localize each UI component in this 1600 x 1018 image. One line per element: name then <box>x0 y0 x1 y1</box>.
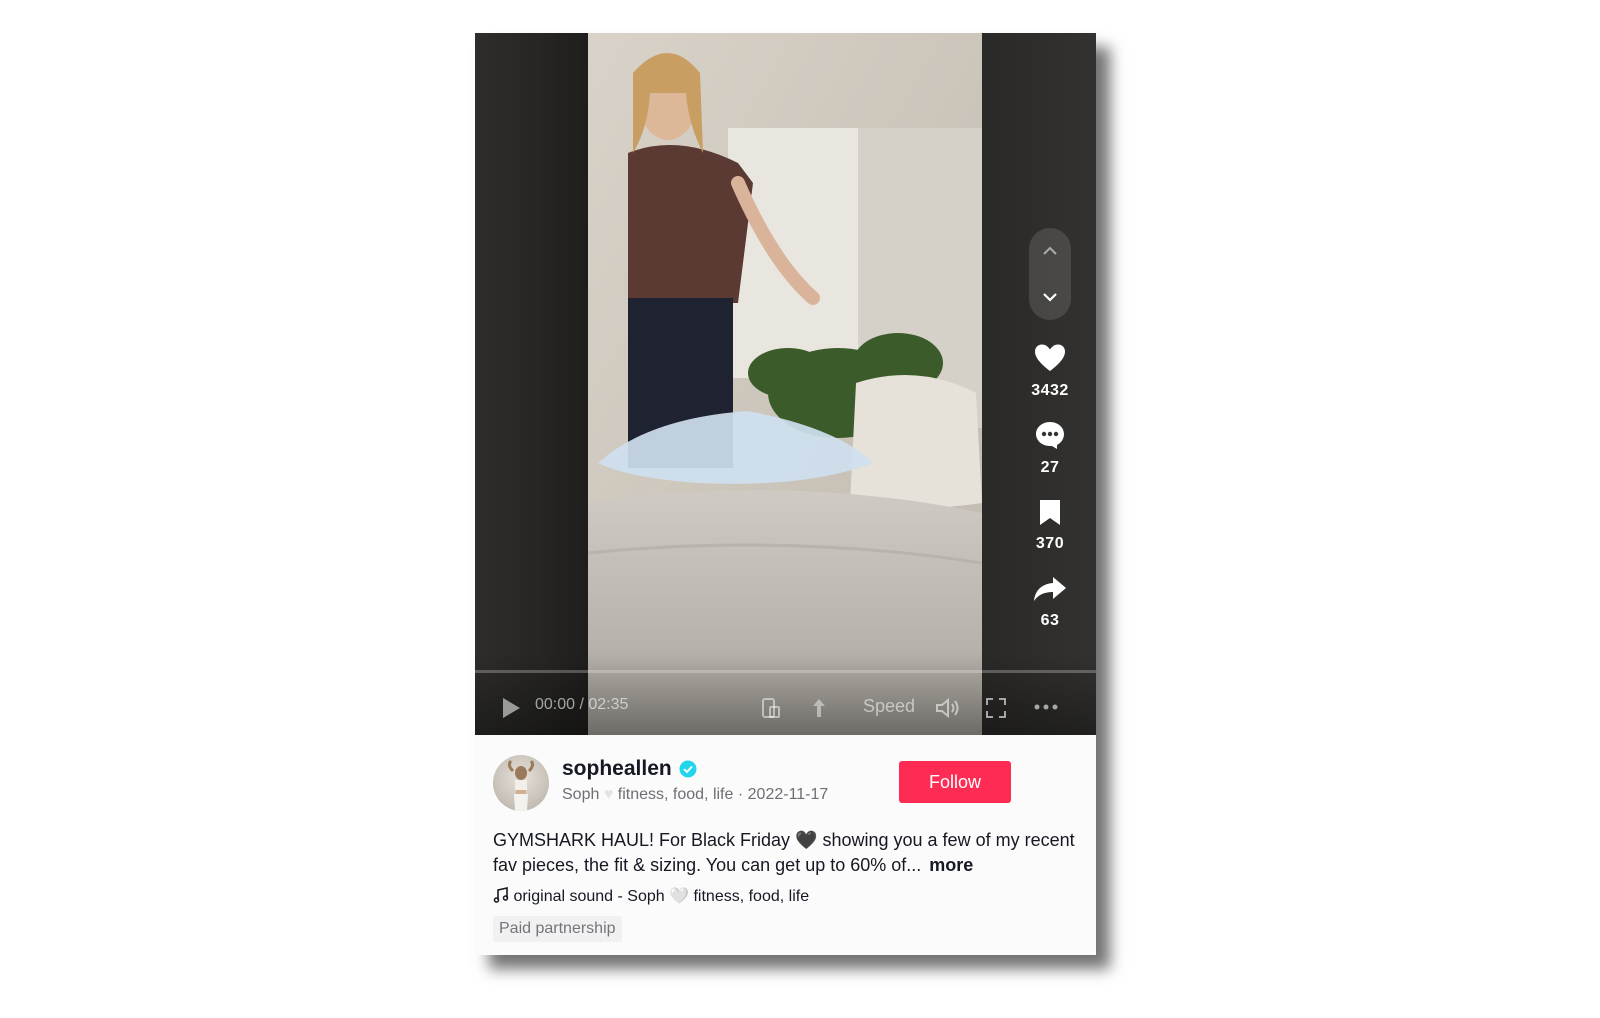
separator-dot: · <box>737 786 744 803</box>
auto-scroll-icon[interactable] <box>808 697 830 719</box>
previous-video-button[interactable] <box>1029 230 1071 272</box>
video-info: sopheallen Soph ♥ fitness, food, life · … <box>475 735 1096 955</box>
verified-badge-icon <box>679 760 697 778</box>
author-subline: Soph ♥ fitness, food, life · 2022-11-17 <box>562 786 828 804</box>
volume-icon[interactable] <box>935 697 961 719</box>
paid-partnership-badge: Paid partnership <box>493 916 622 942</box>
author-tagline: fitness, food, life <box>617 786 734 803</box>
avatar[interactable] <box>493 755 549 811</box>
like-action[interactable]: 3432 <box>1012 343 1088 400</box>
picture-in-picture-icon[interactable] <box>761 697 781 719</box>
share-count: 63 <box>1040 612 1060 629</box>
chevron-up-icon <box>1043 246 1057 255</box>
heart-icon <box>1035 344 1065 371</box>
play-icon[interactable] <box>501 697 521 719</box>
author-display-name: Soph <box>562 786 600 803</box>
comment-action[interactable]: 27 <box>1012 420 1088 477</box>
video-description: GYMSHARK HAUL! For Black Friday 🖤 showin… <box>493 828 1083 878</box>
share-icon <box>1034 577 1066 601</box>
fullscreen-icon[interactable] <box>985 697 1007 719</box>
video-nav <box>1029 228 1071 320</box>
music-link[interactable]: original sound - Soph 🤍 fitness, food, l… <box>493 886 809 906</box>
save-count: 370 <box>1035 535 1065 552</box>
chevron-down-icon <box>1043 293 1057 302</box>
share-action[interactable]: 63 <box>1012 575 1088 630</box>
music-title: original sound - Soph 🤍 fitness, food, l… <box>513 888 810 905</box>
description-text: GYMSHARK HAUL! For Black Friday 🖤 showin… <box>493 830 1075 875</box>
video-controls: 00:00 / 02:35 Speed <box>475 685 1096 725</box>
video-frame <box>588 33 982 735</box>
progress-bar[interactable] <box>475 670 1096 673</box>
video-letterbox-left <box>475 33 588 735</box>
post-date: 2022-11-17 <box>747 786 829 803</box>
save-action[interactable]: 370 <box>1012 498 1088 553</box>
bookmark-icon <box>1040 500 1060 525</box>
like-count: 3432 <box>1031 382 1069 399</box>
video-card: 00:00 / 02:35 Speed 3432 27 370 63 sophe… <box>475 33 1096 955</box>
more-options-icon[interactable] <box>1033 703 1059 711</box>
video-time: 00:00 / 02:35 <box>535 696 629 713</box>
comment-icon <box>1036 422 1064 449</box>
comment-count: 27 <box>1040 459 1060 476</box>
music-note-icon <box>493 887 509 903</box>
follow-button[interactable]: Follow <box>899 761 1011 803</box>
author-username[interactable]: sopheallen <box>562 757 672 781</box>
speed-button[interactable]: Speed <box>863 696 915 717</box>
video-player[interactable]: 00:00 / 02:35 Speed 3432 27 370 63 <box>475 33 1096 735</box>
next-video-button[interactable] <box>1029 276 1071 318</box>
avatar-image <box>507 759 535 811</box>
white-heart-icon: ♥ <box>603 786 614 803</box>
more-button[interactable]: more <box>929 855 973 875</box>
